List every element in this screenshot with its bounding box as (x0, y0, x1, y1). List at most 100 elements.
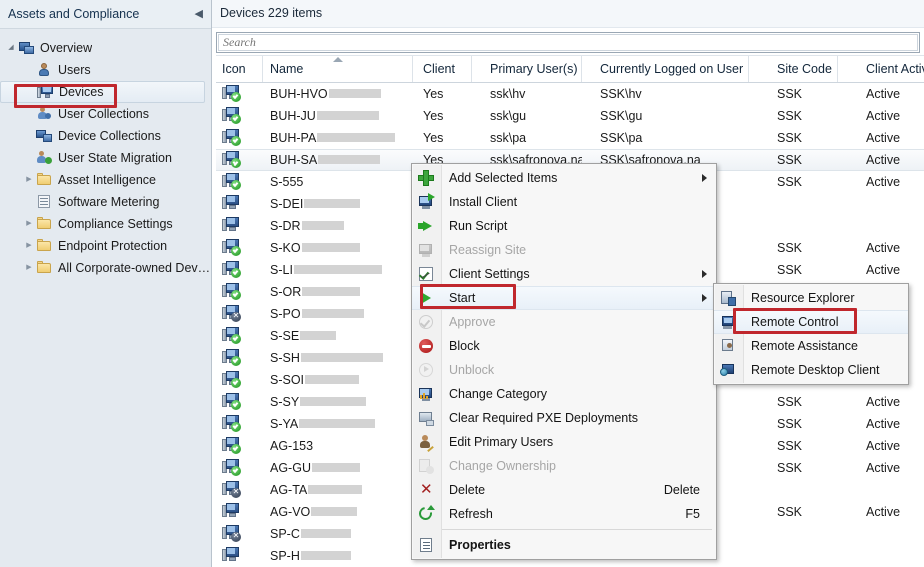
cell-name: S-LI (263, 263, 413, 277)
sidebar-item-overview[interactable]: ◢ Overview (0, 37, 211, 59)
sidebar-item-all-corporate-owned-devices[interactable]: ▶ All Corporate-owned Devices (0, 257, 211, 279)
column-header-logged[interactable]: Currently Logged on User (582, 56, 749, 82)
menu-item-icon-slot (412, 534, 440, 556)
device-name: S-555 (270, 174, 304, 189)
device-name: S-YA (270, 416, 299, 431)
menu-item-run-script[interactable]: Run Script (412, 214, 716, 238)
device-ok-icon (222, 458, 241, 476)
redacted-text-block (328, 88, 381, 98)
expander-expanded-icon[interactable]: ◢ (4, 37, 18, 59)
redacted-text-block (301, 308, 364, 318)
sidebar-item-endpoint-protection[interactable]: ▶ Endpoint Protection (0, 235, 211, 257)
menu-item-delete[interactable]: ✕ Delete Delete (412, 478, 716, 502)
cell-name: S-SY (263, 395, 413, 409)
column-header-label: Primary User(s) (490, 62, 578, 76)
menu-item-remote-desktop-client[interactable]: Remote Desktop Client (714, 358, 908, 382)
cell-icon (216, 502, 263, 521)
device-ok-icon (222, 128, 241, 146)
remote-control-icon (720, 314, 736, 330)
sidebar-item-software-metering[interactable]: Software Metering (0, 191, 211, 213)
sidebar-item-device-collections[interactable]: Device Collections (0, 125, 211, 147)
expander-collapsed-icon[interactable]: ▶ (22, 213, 36, 235)
sidebar-item-users[interactable]: Users (0, 59, 211, 81)
cell-site-code: SSK (777, 394, 803, 409)
column-header-label: Client (423, 62, 455, 76)
cell-icon (216, 172, 263, 191)
menu-item-remote-assistance[interactable]: Remote Assistance (714, 334, 908, 358)
menu-item-refresh[interactable]: Refresh F5 (412, 502, 716, 526)
expander-collapsed-icon[interactable]: ▶ (22, 235, 36, 257)
nav-tree: ◢ Overview Users Devices User Collections… (0, 29, 211, 279)
sidebar-item-asset-intelligence[interactable]: ▶ Asset Intelligence (0, 169, 211, 191)
sidebar-item-devices[interactable]: Devices (0, 81, 205, 103)
expander-collapsed-icon[interactable]: ▶ (22, 169, 36, 191)
device-name: SP-C (270, 526, 300, 541)
menu-item-label: Remote Desktop Client (751, 363, 880, 377)
menu-item-change-category[interactable]: Change Category (412, 382, 716, 406)
menu-item-label: Delete (449, 483, 486, 497)
search-input[interactable] (219, 34, 917, 51)
column-header-site[interactable]: Site Code (749, 56, 838, 82)
cell-primary-user: ssk\pa (490, 130, 527, 145)
expander-collapsed-icon[interactable]: ▶ (22, 257, 36, 279)
menu-item-label: Reassign Site (449, 243, 527, 257)
menu-item-remote-control[interactable]: Remote Control (714, 310, 908, 334)
menu-item-label: Remote Control (751, 315, 839, 329)
cell-site-code: SSK (777, 86, 803, 101)
device-ok-icon (222, 414, 241, 432)
menu-item-resource-explorer[interactable]: Resource Explorer (714, 286, 908, 310)
cell-icon (216, 84, 263, 103)
menu-item-install-client[interactable]: Install Client (412, 190, 716, 214)
cell-site-code: SSK (777, 153, 803, 167)
sidebar-item-label: Users (58, 63, 91, 77)
cell-icon (216, 524, 263, 543)
menu-item-properties[interactable]: Properties (412, 533, 716, 557)
menu-item-edit-primary-users[interactable]: Edit Primary Users (412, 430, 716, 454)
sidebar-header: Assets and Compliance ◀ (0, 0, 211, 29)
device-context-menu[interactable]: Add Selected Items Install Client Run Scri… (411, 163, 717, 560)
menu-item-start[interactable]: Start (412, 286, 716, 310)
metering-icon (36, 194, 54, 210)
sidebar-item-label: Asset Intelligence (58, 173, 156, 187)
menu-item-icon-slot (412, 407, 440, 429)
menu-item-clear-required-pxe-deployments[interactable]: Clear Required PXE Deployments (412, 406, 716, 430)
table-row[interactable]: BUH-JU Yes ssk\gu SSK\gu SSK Active (216, 105, 924, 127)
grid-header-row: Icon Name Client Primary User(s) Currently L… (216, 55, 924, 83)
start-submenu[interactable]: Resource Explorer Remote Control Remote As… (713, 283, 909, 385)
pane-title: Devices 229 items (212, 0, 924, 28)
overview-icon (18, 40, 36, 56)
column-header-activity[interactable]: Client Activity (838, 56, 924, 82)
column-header-client[interactable]: Client (413, 56, 472, 82)
table-row[interactable]: BUH-PA Yes ssk\pa SSK\pa SSK Active (216, 127, 924, 149)
menu-item-icon-slot (412, 311, 440, 333)
cell-icon (216, 128, 263, 147)
cell-icon (216, 282, 263, 301)
column-header-icon[interactable]: Icon (216, 56, 263, 82)
column-header-name[interactable]: Name (263, 56, 413, 82)
redacted-text-block (293, 264, 382, 274)
redacted-text-block (308, 484, 363, 494)
cell-icon (216, 326, 263, 345)
column-header-primary[interactable]: Primary User(s) (472, 56, 582, 82)
sidebar-item-compliance-settings[interactable]: ▶ Compliance Settings (0, 213, 211, 235)
cell-client-activity: Active (866, 394, 901, 409)
menu-item-block[interactable]: Block (412, 334, 716, 358)
menu-item-add-selected-items[interactable]: Add Selected Items (412, 166, 716, 190)
search-bar[interactable] (216, 32, 920, 53)
cell-icon (216, 106, 263, 125)
sidebar-item-label: Devices (59, 85, 104, 99)
table-row[interactable]: BUH-HVO Yes ssk\hv SSK\hv SSK Active (216, 83, 924, 105)
delete-icon: ✕ (420, 481, 433, 498)
users-icon (36, 62, 54, 78)
chevron-left-icon[interactable]: ◀ (195, 0, 203, 28)
column-header-label: Currently Logged on User (600, 62, 744, 76)
cell-client-activity: Active (866, 460, 901, 475)
cell-name: SP-C (263, 527, 413, 541)
sidebar-item-user-collections[interactable]: User Collections (0, 103, 211, 125)
redacted-text-block (300, 550, 351, 560)
menu-item-client-settings[interactable]: Client Settings (412, 262, 716, 286)
sidebar-item-user-state-migration[interactable]: User State Migration (0, 147, 211, 169)
block-icon (418, 338, 434, 354)
